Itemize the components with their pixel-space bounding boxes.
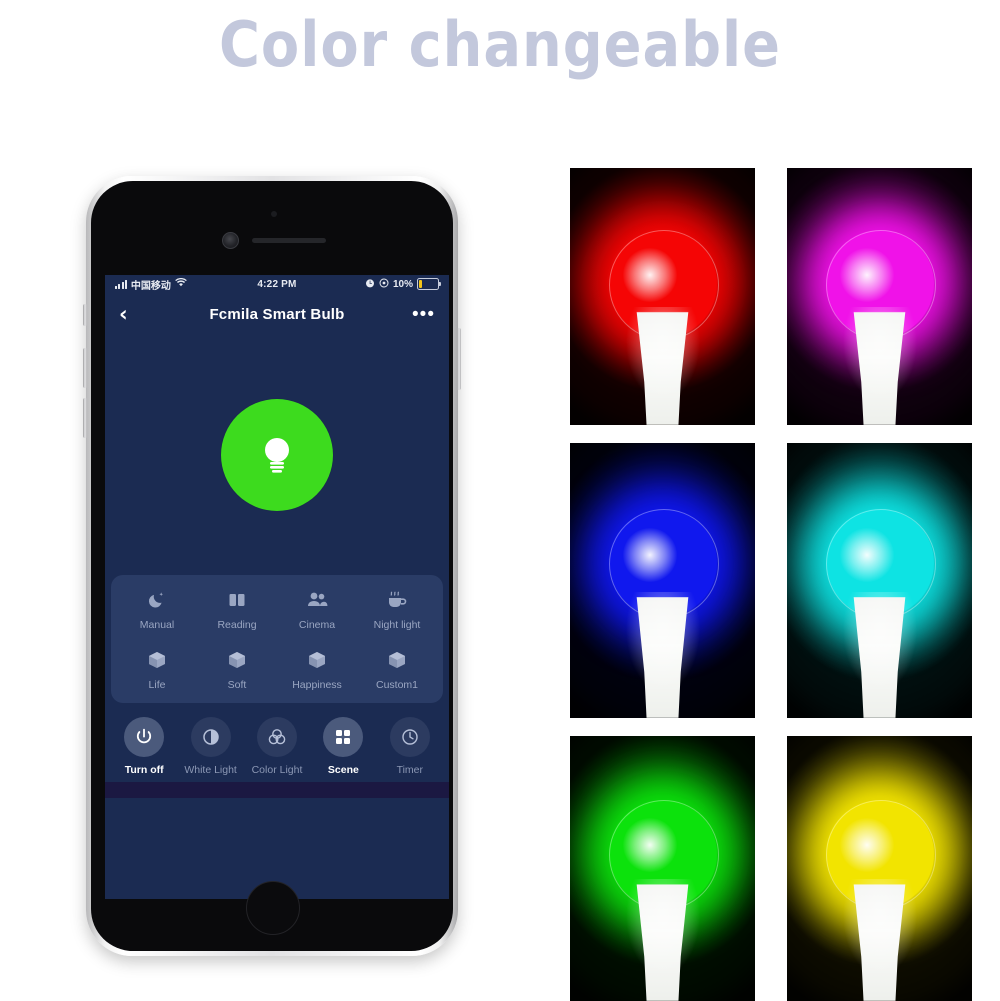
cube-icon [306,649,328,671]
toolbar-label: Scene [327,764,359,776]
scene-item-night-light[interactable]: Night light [357,589,437,631]
more-options-icon[interactable]: ••• [412,305,435,324]
scene-panel: Manual Reading Cinema Night light Life S… [111,575,443,703]
people-icon [306,589,328,611]
page-title: Color changeable [218,8,781,81]
magenta-bulb-tile [787,168,972,425]
power-button[interactable] [457,328,461,390]
toolbar-label: White Light [184,764,237,776]
chevron-left-icon[interactable]: ‹ [119,303,128,325]
battery-percent-label: 10% [392,278,413,290]
crescent-moon-icon [146,589,168,611]
battery-low-icon [417,278,441,290]
scene-label: Reading [217,619,257,631]
cube-icon [386,649,408,671]
scene-item-soft[interactable]: Soft [197,649,277,691]
clock-icon [389,717,430,757]
app-screen: 中国移动 4:22 PM 10% ‹ Fcmila Smart Bulb •••… [105,275,449,899]
toolbar-item-scene[interactable]: Scene [310,717,376,776]
device-title: Fcmila Smart Bulb [209,305,345,323]
blue-bulb-tile [570,443,755,718]
earpiece-speaker [252,238,326,243]
scene-label: Life [148,679,166,691]
scene-label: Custom1 [375,679,418,691]
proximity-sensor-icon [271,211,277,217]
phone-body: 中国移动 4:22 PM 10% ‹ Fcmila Smart Bulb •••… [91,181,453,951]
toolbar-label: Color Light [251,764,303,776]
scene-item-life[interactable]: Life [117,649,197,691]
volume-up-button[interactable] [83,348,87,388]
color-wheel-icon [256,717,297,757]
red-bulb-tile [570,168,755,425]
scene-item-reading[interactable]: Reading [197,589,277,631]
toolbar-item-white-light[interactable]: White Light [177,717,243,776]
status-bar: 中国移动 4:22 PM 10% [105,275,449,293]
scene-label: Night light [373,619,421,631]
brightness-contrast-icon [190,717,231,757]
scene-item-cinema[interactable]: Cinema [277,589,357,631]
scene-item-manual[interactable]: Manual [117,589,197,631]
rotation-lock-icon [379,278,389,291]
scene-label: Soft [227,679,247,691]
scene-grid: Manual Reading Cinema Night light Life S… [117,589,437,691]
light-bulb-icon [265,438,289,473]
toolbar-item-turn-off[interactable]: Turn off [111,717,177,776]
toolbar-item-timer[interactable]: Timer [377,717,443,776]
app-nav-bar: ‹ Fcmila Smart Bulb ••• [105,293,449,335]
grid-icon [323,717,364,757]
power-icon [124,717,165,757]
scene-item-happiness[interactable]: Happiness [277,649,357,691]
cyan-bulb-tile [787,443,972,718]
green-bulb-tile [570,736,755,1001]
bulb-power-toggle[interactable] [221,399,333,511]
toolbar-label: Timer [396,764,424,776]
home-button[interactable] [246,881,300,935]
scene-label: Manual [139,619,175,631]
alarm-clock-icon [365,278,375,291]
front-camera-icon [222,232,239,249]
coffee-cup-icon [386,589,408,611]
volume-down-button[interactable] [83,398,87,438]
scene-item-custom1[interactable]: Custom1 [357,649,437,691]
bottom-toolbar: Turn off White Light Color Light Scene T… [105,713,449,776]
silent-switch[interactable] [83,304,87,326]
toolbar-label: Turn off [124,764,164,776]
cube-icon [226,649,248,671]
scene-label: Cinema [298,619,336,631]
color-tile-grid [570,168,978,1001]
toolbar-item-color-light[interactable]: Color Light [244,717,310,776]
screen-bottom-strip [105,782,449,798]
scene-label: Happiness [292,679,342,691]
bulb-toggle-area [105,335,449,575]
yellow-bulb-tile [787,736,972,1001]
cube-icon [146,649,168,671]
phone-mockup: 中国移动 4:22 PM 10% ‹ Fcmila Smart Bulb •••… [83,176,461,956]
open-book-icon [226,589,248,611]
